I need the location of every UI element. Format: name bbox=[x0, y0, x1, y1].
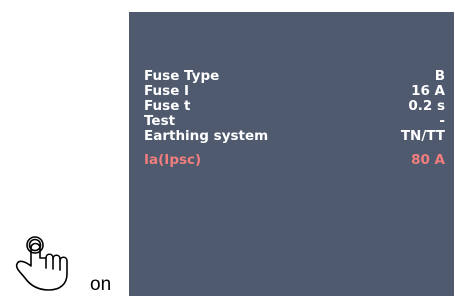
caption-on: on bbox=[90, 274, 112, 295]
result-value: 80 A bbox=[411, 151, 445, 168]
setting-label: Earthing system bbox=[144, 127, 269, 144]
result-row-ia-ipsc: Ia(Ipsc) 80 A bbox=[144, 151, 445, 168]
setting-label: Fuse I bbox=[144, 82, 190, 99]
device-display: Fuse Type B Fuse I 16 A Fuse t 0.2 s Tes… bbox=[129, 12, 454, 296]
setting-row-earthing-system: Earthing system TN/TT bbox=[144, 127, 445, 144]
settings-list: Fuse Type B Fuse I 16 A Fuse t 0.2 s Tes… bbox=[144, 67, 445, 168]
setting-label: Fuse t bbox=[144, 97, 191, 114]
setting-row-fuse-t: Fuse t 0.2 s bbox=[144, 97, 445, 114]
setting-value: B bbox=[434, 67, 445, 84]
setting-value: TN/TT bbox=[400, 127, 445, 144]
setting-row-test: Test - bbox=[144, 112, 445, 129]
setting-label: Fuse Type bbox=[144, 67, 220, 84]
setting-row-fuse-i: Fuse I 16 A bbox=[144, 82, 445, 99]
setting-value: 16 A bbox=[411, 82, 445, 99]
stage: on Fuse Type B Fuse I 16 A Fuse t 0.2 s … bbox=[0, 0, 455, 296]
setting-row-fuse-type: Fuse Type B bbox=[144, 67, 445, 84]
setting-value: - bbox=[439, 112, 445, 129]
result-label: Ia(Ipsc) bbox=[144, 151, 202, 168]
tap-hand-icon bbox=[15, 236, 68, 291]
setting-value: 0.2 s bbox=[408, 97, 445, 114]
setting-label: Test bbox=[144, 112, 176, 129]
